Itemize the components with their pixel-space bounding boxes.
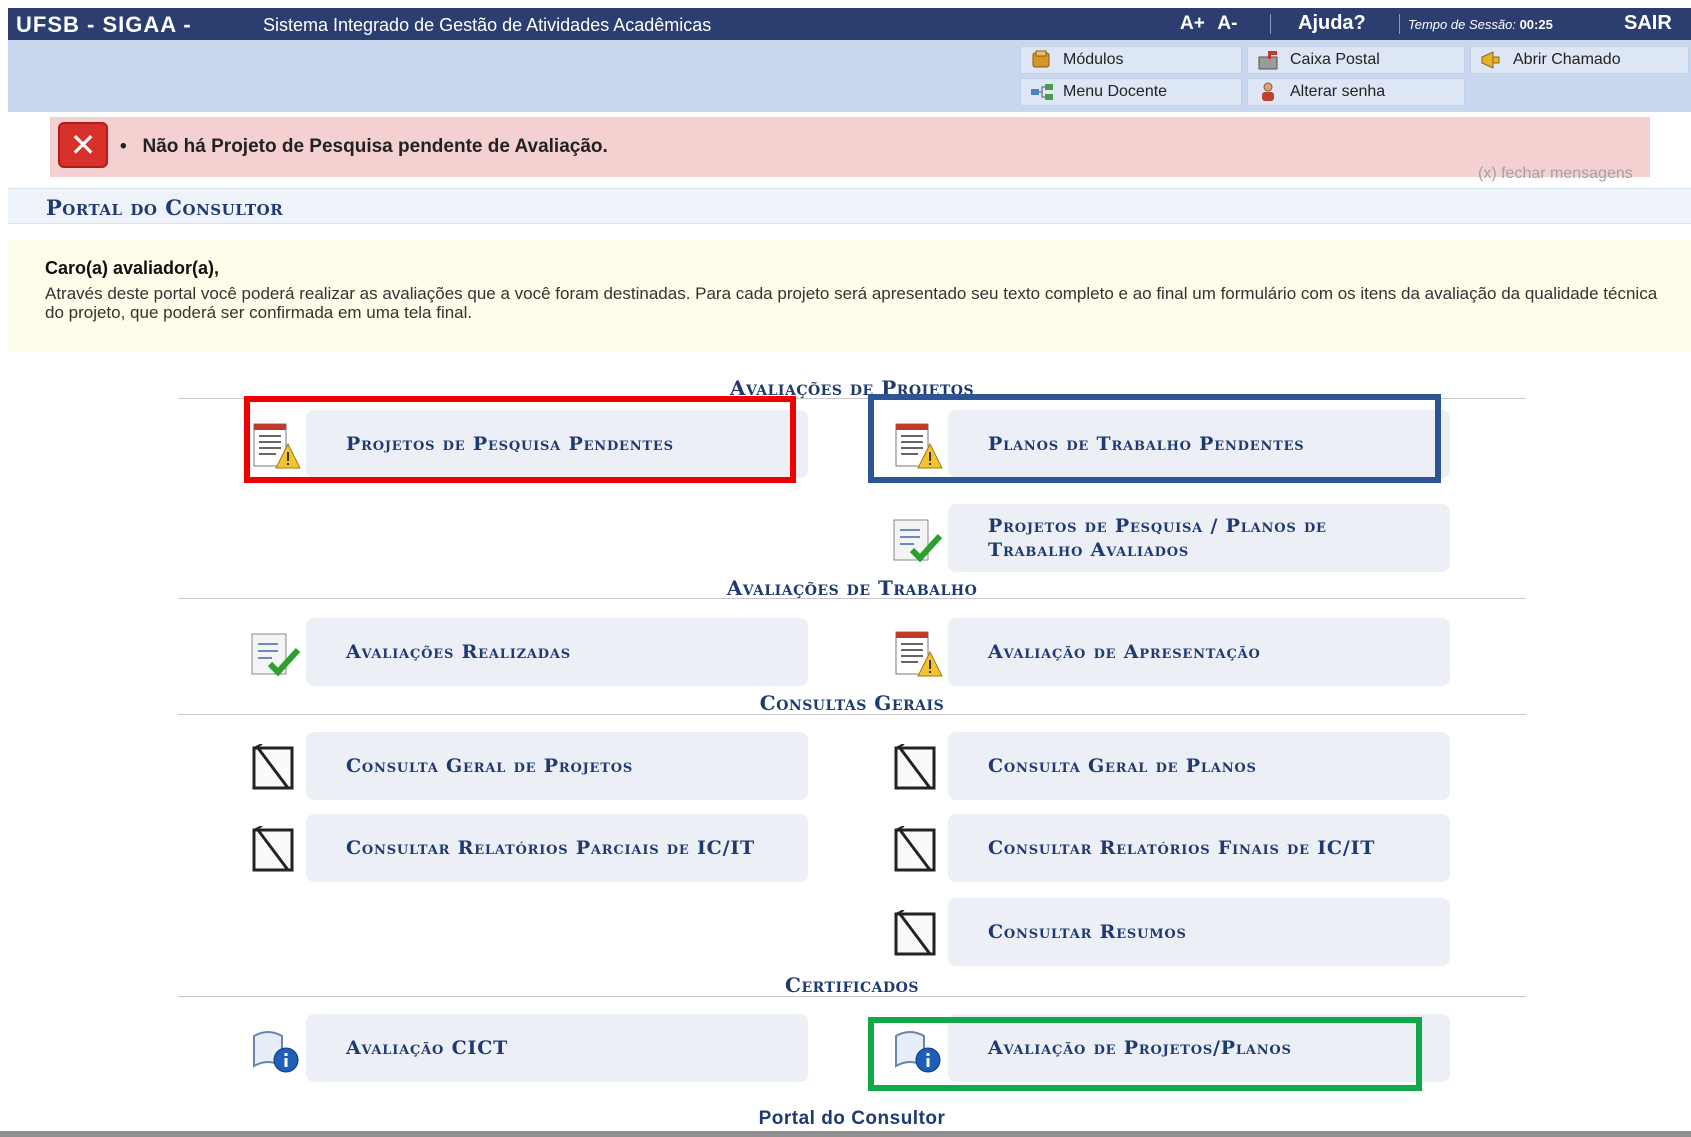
certificate-info-icon xyxy=(253,1031,299,1073)
change-password-label: Alterar senha xyxy=(1290,83,1386,100)
presentation-evaluation-item[interactable]: Avaliação de Apresentação xyxy=(890,618,1450,686)
modules-icon xyxy=(1032,50,1050,68)
divider xyxy=(1270,14,1271,34)
evaluated-projects-plans-link[interactable]: Projetos de Pesquisa / Planos de Trabalh… xyxy=(988,504,1408,572)
close-messages-link[interactable]: (x) fechar mensagens xyxy=(1478,165,1633,183)
teacher-menu-button[interactable]: Menu Docente xyxy=(1020,78,1242,106)
cict-evaluation-link[interactable]: Avaliação CICT xyxy=(346,1014,508,1082)
teacher-menu-label: Menu Docente xyxy=(1063,83,1168,100)
user-key-icon xyxy=(1262,82,1274,101)
menu-panel: Módulos Caixa Postal Abrir Chamado Menu … xyxy=(8,40,1691,112)
cict-evaluation-item[interactable]: Avaliação CICT xyxy=(248,1014,808,1082)
help-link[interactable]: Ajuda? xyxy=(1298,12,1366,35)
final-reports-link[interactable]: Consultar Relatórios Finais de IC/IT xyxy=(988,814,1375,882)
font-increase-button[interactable]: A+ xyxy=(1180,13,1205,34)
top-bar: UFSB - SIGAA - Sistema Integrado de Gest… xyxy=(8,8,1691,40)
highlight-box-green xyxy=(868,1017,1422,1091)
brand-logo[interactable]: UFSB - SIGAA - xyxy=(16,12,192,38)
page-title: Portal do Consultor xyxy=(46,195,284,220)
megaphone-icon xyxy=(1481,51,1500,69)
abstracts-query-link[interactable]: Consultar Resumos xyxy=(988,898,1187,966)
message-bullet: • xyxy=(120,136,127,157)
intro-greeting: Caro(a) avaliador(a), xyxy=(45,258,220,278)
intro-box: Caro(a) avaliador(a), Através deste port… xyxy=(8,240,1691,352)
font-decrease-button[interactable]: A- xyxy=(1217,13,1237,34)
completed-evaluations-link[interactable]: Avaliações Realizadas xyxy=(346,618,571,686)
highlight-box-blue xyxy=(868,394,1441,483)
open-ticket-label: Abrir Chamado xyxy=(1513,51,1621,68)
section-title-general-queries: Consultas Gerais xyxy=(759,691,945,715)
evaluated-projects-plans-item[interactable]: Projetos de Pesquisa / Planos de Trabalh… xyxy=(890,504,1450,572)
mailbox-icon xyxy=(1258,51,1278,70)
completed-evaluations-item[interactable]: Avaliações Realizadas xyxy=(248,618,808,686)
sitemap-icon xyxy=(1031,84,1053,100)
session-timer: Tempo de Sessão: 00:25 xyxy=(1408,17,1553,32)
error-message: • Não há Projeto de Pesquisa pendente de… xyxy=(120,136,608,158)
notepad-icon xyxy=(894,826,936,872)
session-label: Tempo de Sessão: xyxy=(1408,17,1516,32)
system-name: Sistema Integrado de Gestão de Atividade… xyxy=(263,15,712,35)
modules-button[interactable]: Módulos xyxy=(1020,46,1242,74)
divider xyxy=(1399,14,1400,34)
notepad-icon xyxy=(894,744,936,790)
modules-label: Módulos xyxy=(1063,51,1124,68)
general-plans-query-item[interactable]: Consulta Geral de Planos xyxy=(890,732,1450,800)
highlight-box-red xyxy=(244,396,796,483)
change-password-button[interactable]: Alterar senha xyxy=(1247,78,1465,106)
notepad-icon xyxy=(894,910,936,956)
notepad-icon xyxy=(252,744,294,790)
presentation-evaluation-link[interactable]: Avaliação de Apresentação xyxy=(988,618,1261,686)
notepad-icon xyxy=(252,826,294,872)
open-ticket-button[interactable]: Abrir Chamado xyxy=(1470,46,1689,74)
checklist-icon xyxy=(251,633,301,677)
section-divider xyxy=(178,714,1526,715)
mailbox-button[interactable]: Caixa Postal xyxy=(1247,46,1465,74)
logout-link[interactable]: SAIR xyxy=(1624,12,1672,35)
section-title-certificates: Certificados xyxy=(785,973,919,997)
section-divider xyxy=(178,598,1526,599)
abstracts-query-item[interactable]: Consultar Resumos xyxy=(890,898,1450,966)
section-title-work-evaluations: Avaliações de Trabalho xyxy=(726,576,978,600)
session-time: 00:25 xyxy=(1519,17,1553,32)
general-projects-query-link[interactable]: Consulta Geral de Projetos xyxy=(346,732,633,800)
error-icon: ✕ xyxy=(58,122,108,168)
portal-title-bar: Portal do Consultor xyxy=(8,188,1691,224)
mailbox-label: Caixa Postal xyxy=(1290,51,1380,68)
section-divider xyxy=(178,996,1526,997)
footer-portal-name: Portal do Consultor xyxy=(758,1108,946,1129)
partial-reports-item[interactable]: Consultar Relatórios Parciais de IC/IT xyxy=(248,814,808,882)
final-reports-item[interactable]: Consultar Relatórios Finais de IC/IT xyxy=(890,814,1450,882)
sigaa-page: UFSB - SIGAA - Sistema Integrado de Gest… xyxy=(0,0,1691,1137)
partial-reports-link[interactable]: Consultar Relatórios Parciais de IC/IT xyxy=(346,814,755,882)
general-plans-query-link[interactable]: Consulta Geral de Planos xyxy=(988,732,1257,800)
error-message-text: Não há Projeto de Pesquisa pendente de A… xyxy=(142,136,608,157)
footer-bar xyxy=(0,1131,1691,1137)
general-projects-query-item[interactable]: Consulta Geral de Projetos xyxy=(248,732,808,800)
intro-text: Através deste portal você poderá realiza… xyxy=(45,284,1658,322)
font-size-controls: A+ A- xyxy=(1180,13,1245,35)
document-warning-icon xyxy=(895,631,943,677)
checklist-icon xyxy=(893,519,943,563)
